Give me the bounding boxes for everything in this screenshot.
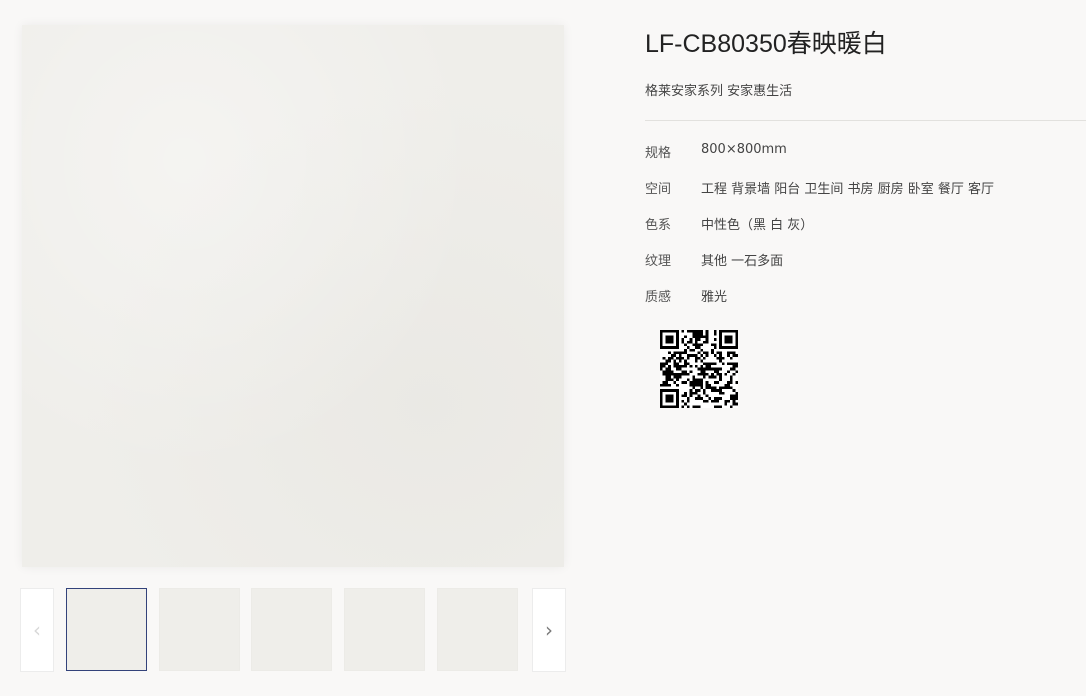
product-title: LF-CB80350春映暖白 [645,30,887,58]
spec-value: 工程 背景墙 阳台 卫生间 书房 厨房 卧室 餐厅 客厅 [701,182,995,197]
product-series: 格莱安家系列 安家惠生活 [645,84,793,99]
thumbnail-prev-button[interactable]: ‹ [20,588,54,672]
spec-label: 纹理 [645,254,672,269]
chevron-right-icon: › [545,618,553,642]
spec-value: 雅光 [701,290,728,305]
spec-label: 规格 [645,146,672,161]
spec-value: 其他 一石多面 [701,254,784,269]
main-product-image [22,25,564,567]
spec-label: 色系 [645,218,672,233]
spec-value: 800×800mm [701,142,787,157]
thumbnail-2[interactable] [159,588,240,671]
tile-texture [22,25,564,567]
qr-code-icon [660,330,738,408]
spec-label: 质感 [645,290,672,305]
spec-label: 空间 [645,182,672,197]
thumbnail-next-button[interactable]: › [532,588,566,672]
product-detail-page: ‹ › LF-CB80350春映暖白 格莱安家系列 安家惠生活 规格 800×8… [0,0,1086,696]
thumbnail-4[interactable] [344,588,425,671]
thumbnail-5[interactable] [437,588,518,671]
chevron-left-icon: ‹ [33,618,41,642]
thumbnail-1[interactable] [66,588,147,671]
spec-value: 中性色（黑 白 灰） [701,218,814,233]
thumbnail-3[interactable] [251,588,332,671]
divider [645,120,1086,121]
